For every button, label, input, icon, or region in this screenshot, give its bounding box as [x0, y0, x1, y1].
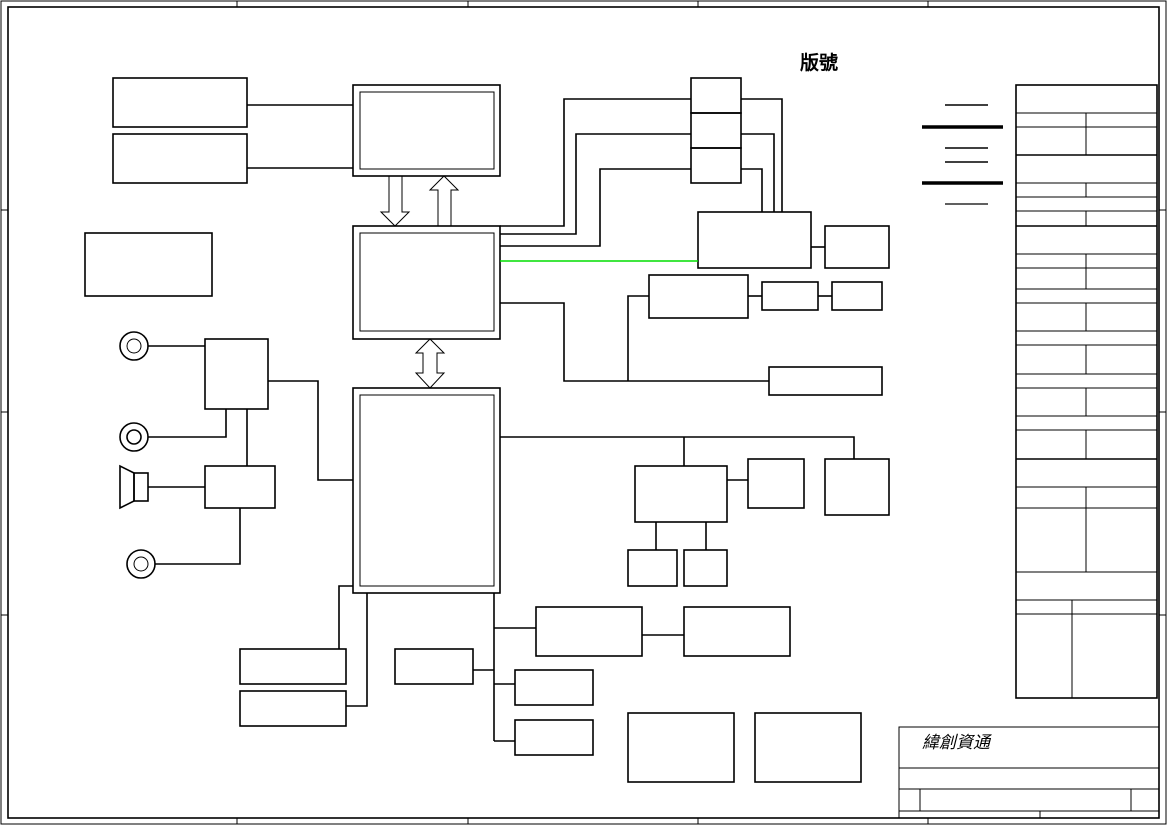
audio-jack-1: [119, 331, 149, 361]
speaker-icon: [119, 464, 149, 510]
block-stack-1: [690, 77, 742, 114]
block-left-standalone: [84, 232, 213, 297]
block-stack-3: [690, 147, 742, 184]
block-right-sub-2: [683, 549, 728, 587]
block-right-controller: [634, 465, 728, 523]
block-bottom-left-2: [239, 690, 347, 727]
block-audio-amp: [204, 465, 276, 509]
revision-table: [1015, 84, 1158, 699]
block-bottom-power-1: [627, 712, 735, 783]
audio-jack-3: [126, 549, 156, 579]
block-right-sub-1: [627, 549, 678, 587]
chip-top: [352, 84, 501, 177]
sheet-border: [0, 0, 1167, 825]
bus-arrow-bidirectional: [414, 338, 446, 389]
block-bottom-io-3: [514, 669, 594, 706]
legend-lines: [922, 104, 1003, 205]
block-chain-2: [761, 281, 819, 311]
block-long-right: [768, 366, 883, 396]
block-top-left-2: [112, 133, 248, 184]
block-stack-2: [690, 112, 742, 149]
block-right-controller-side: [747, 458, 805, 509]
bus-arrow-up: [428, 175, 460, 227]
schematic-block-diagram-sheet: [0, 0, 1167, 825]
block-bottom-mid: [394, 648, 474, 685]
block-chain-1: [648, 274, 749, 319]
chip-bottom: [352, 387, 501, 594]
block-chain-3: [831, 281, 883, 311]
block-top-left-1: [112, 77, 248, 128]
chip-middle: [352, 225, 501, 340]
block-right-hub-side: [824, 225, 890, 269]
bus-arrow-down: [379, 175, 411, 227]
company-name: 緯創資通: [922, 733, 990, 753]
version-label: 版號: [800, 52, 839, 74]
block-bottom-io-4: [514, 719, 594, 756]
block-right-far: [824, 458, 890, 516]
block-bottom-io-2: [683, 606, 791, 657]
block-bottom-left-1: [239, 648, 347, 685]
block-right-hub: [697, 211, 812, 269]
audio-jack-2: [119, 422, 149, 452]
block-bottom-power-2: [754, 712, 862, 783]
block-bottom-io-1: [535, 606, 643, 657]
block-audio-codec: [204, 338, 269, 410]
